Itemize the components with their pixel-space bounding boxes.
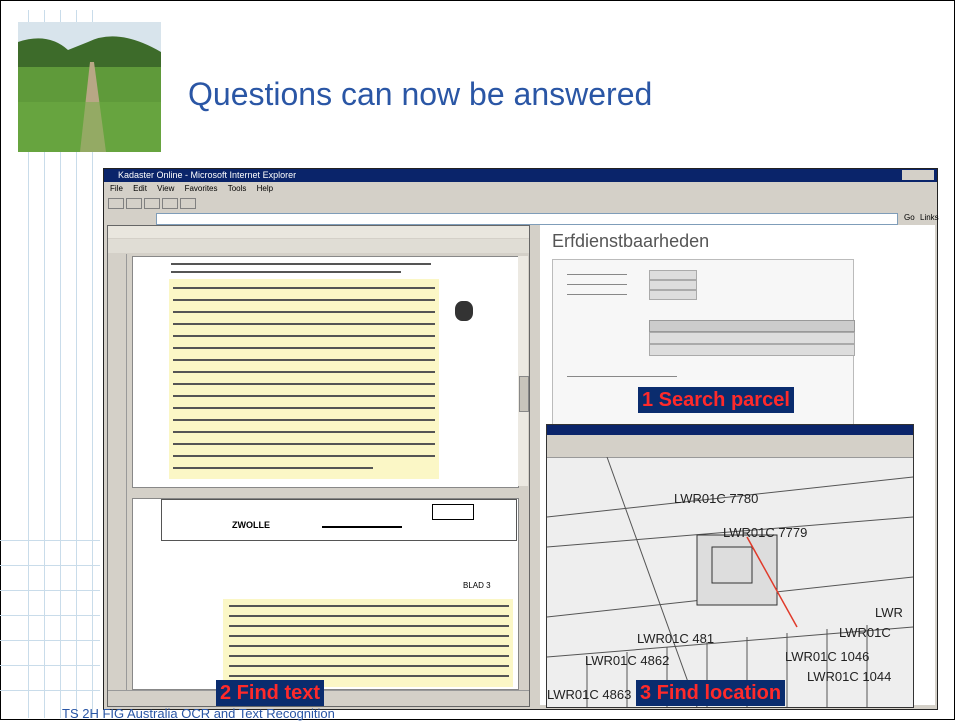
stop-button[interactable] (144, 198, 160, 209)
refresh-button[interactable] (162, 198, 178, 209)
viewer-menu-bar (108, 226, 529, 238)
menu-file[interactable]: File (104, 184, 123, 193)
easement-row[interactable] (649, 332, 855, 344)
parcel-label: LWR01C 4862 (585, 653, 670, 668)
menu-tools[interactable]: Tools (220, 184, 247, 193)
document-header-table: ZWOLLE (161, 499, 517, 541)
parcel-label: LWR01C 4863 (547, 687, 632, 702)
go-button[interactable]: Go (904, 213, 915, 222)
handwritten-signature (322, 508, 402, 528)
parcel-label: LWR01C 1044 (807, 669, 892, 684)
easement-row[interactable] (649, 344, 855, 356)
document-city: ZWOLLE (232, 520, 270, 530)
browser-menu-bar: File Edit View Favorites Tools Help (104, 183, 937, 195)
parcel-label: LWR01C 7779 (723, 525, 808, 540)
highlighted-text-block (169, 279, 439, 479)
address-input[interactable] (156, 213, 898, 225)
forward-button[interactable] (126, 198, 142, 209)
municipality-field[interactable] (649, 270, 697, 280)
parcel-label: LWR01C (839, 625, 891, 640)
map-title-bar (547, 425, 913, 435)
web-panel-heading: Erfdienstbaarheden (552, 231, 710, 251)
parcel-label: LWR (875, 605, 903, 620)
parcel-label: LWR01C 1046 (785, 649, 870, 664)
document-page-1 (132, 256, 519, 488)
document-viewer: ZWOLLE BLAD 3 (107, 225, 530, 707)
landscape-photo (18, 22, 161, 152)
window-controls[interactable] (902, 170, 934, 180)
map-menu-bar (547, 435, 913, 445)
menu-favorites[interactable]: Favorites (177, 184, 218, 193)
signature-mark (455, 301, 473, 321)
menu-help[interactable]: Help (249, 184, 273, 193)
browser-toolbar (104, 196, 937, 210)
callout-find-location: 3 Find location (636, 680, 786, 706)
callout-search-parcel: 1 Search parcel (638, 387, 794, 413)
easement-row[interactable] (649, 320, 855, 332)
back-button[interactable] (108, 198, 124, 209)
scrollbar-thumb[interactable] (519, 376, 529, 412)
section-field[interactable] (649, 280, 697, 290)
stamp (432, 504, 474, 520)
document-scrollbar[interactable] (518, 256, 529, 486)
home-button[interactable] (180, 198, 196, 209)
menu-view[interactable]: View (149, 184, 174, 193)
map-window: LWR01C 7780 LWR01C 7779 LWR01C 481 LWR01… (546, 424, 914, 708)
menu-edit[interactable]: Edit (125, 184, 147, 193)
viewer-toolbar (108, 239, 529, 253)
page-label: BLAD 3 (463, 581, 491, 590)
links-button[interactable]: Links (920, 213, 939, 222)
viewer-side-tabs[interactable] (108, 254, 127, 694)
highlighted-text-block-2 (223, 599, 513, 687)
browser-title-bar: Kadaster Online - Microsoft Internet Exp… (104, 169, 937, 182)
document-page-2: ZWOLLE BLAD 3 (132, 498, 519, 690)
browser-title: Kadaster Online - Microsoft Internet Exp… (118, 170, 297, 180)
slide-title: Questions can now be answered (188, 76, 653, 112)
slide-footer: TS 2H FIG Australia OCR and Text Recogni… (62, 706, 335, 721)
parcel-label: LWR01C 481 (637, 631, 715, 646)
parcel-label: LWR01C 7780 (674, 491, 759, 506)
callout-find-text: 2 Find text (216, 680, 325, 706)
parcel-number-field[interactable] (649, 290, 697, 300)
